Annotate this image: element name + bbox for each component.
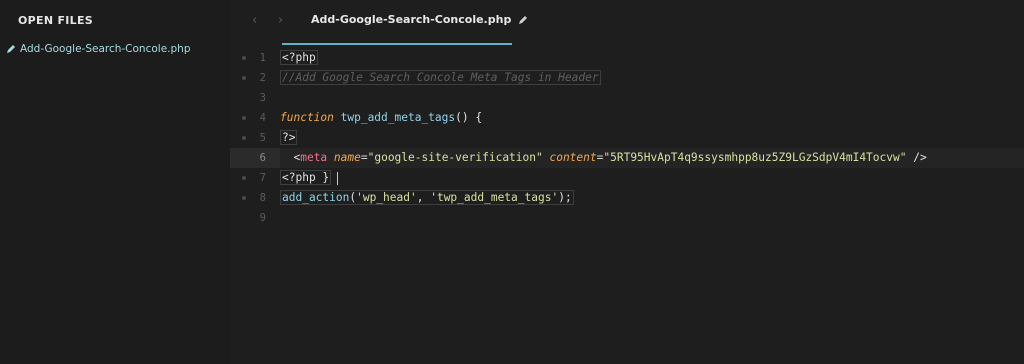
code-line[interactable]: //Add Google Search Concole Meta Tags in…: [280, 68, 1024, 88]
code-line[interactable]: [280, 88, 1024, 108]
sidebar-title: OPEN FILES: [18, 14, 94, 27]
code-string: 'wp_head': [356, 191, 417, 204]
code-token: />: [906, 151, 927, 164]
line-number: 9: [259, 212, 266, 224]
code-line[interactable]: [280, 208, 1024, 228]
line-number: 4: [259, 112, 266, 124]
code-token: <?php }: [280, 170, 332, 185]
code-line[interactable]: <?php }: [280, 168, 1024, 188]
code-line[interactable]: add_action('wp_head', 'twp_add_meta_tags…: [280, 188, 1024, 208]
gutter-line: 8: [230, 188, 280, 208]
gutter-line: 2: [230, 68, 280, 88]
line-number: 1: [259, 52, 266, 64]
code-attr: content: [542, 151, 597, 164]
code-string: "5RT95HvApT4q9ssysmhpp8uz5Z9LGzSdpV4mI4T…: [603, 151, 907, 164]
open-file-label: Add-Google-Search-Concole.php: [20, 43, 191, 55]
tab-label: Add-Google-Search-Concole.php: [311, 13, 512, 26]
gutter-line: 7: [230, 168, 280, 188]
fold-dot-icon: [242, 76, 246, 80]
text-cursor: [337, 171, 339, 185]
code-comment: //Add Google Search Concole Meta Tags in…: [280, 70, 601, 85]
fold-dot-icon: [242, 116, 246, 120]
active-tab-indicator: [282, 43, 512, 45]
code-tag: meta: [300, 151, 328, 164]
forward-arrow-icon[interactable]: ›: [278, 13, 283, 28]
code-keyword: function: [280, 111, 334, 124]
gutter-line-active: 6: [230, 148, 280, 168]
fold-dot-icon: [242, 136, 246, 140]
code-token: ,: [416, 191, 431, 204]
code-line[interactable]: ?>: [280, 128, 1024, 148]
code-function-name: twp_add_meta_tags: [333, 111, 456, 124]
line-number: 2: [259, 72, 266, 84]
pencil-icon: [6, 44, 16, 54]
back-arrow-icon[interactable]: ‹: [252, 13, 257, 28]
code-attr: name: [327, 151, 361, 164]
gutter-line: 9: [230, 208, 280, 228]
open-file-item[interactable]: Add-Google-Search-Concole.php: [6, 43, 191, 55]
gutter-line: 4: [230, 108, 280, 128]
gutter-line: 5: [230, 128, 280, 148]
line-number: 7: [259, 172, 266, 184]
line-number: 6: [259, 152, 266, 164]
line-number: 5: [259, 132, 266, 144]
code-editor[interactable]: <?php //Add Google Search Concole Meta T…: [280, 48, 1024, 228]
code-token: ?>: [280, 130, 298, 145]
code-token: <?php: [280, 50, 318, 65]
line-number-gutter: 1 2 3 4 5 6 7 8 9: [230, 48, 280, 228]
code-token: =: [360, 151, 368, 164]
fold-dot-icon: [242, 176, 246, 180]
line-number: 3: [259, 92, 266, 104]
tab-bar: ‹ › Add-Google-Search-Concole.php: [230, 0, 1024, 46]
code-token: () {: [455, 111, 483, 124]
code-string: "google-site-verification": [367, 151, 543, 164]
sidebar: OPEN FILES Add-Google-Search-Concole.php: [0, 0, 230, 364]
line-number: 8: [259, 192, 266, 204]
code-token: );: [558, 191, 572, 204]
pencil-icon: [518, 15, 528, 25]
gutter-line: 3: [230, 88, 280, 108]
code-token: <: [280, 151, 301, 164]
tab-active-file[interactable]: Add-Google-Search-Concole.php: [311, 13, 528, 26]
code-line-active[interactable]: <meta name="google-site-verification" co…: [280, 148, 1024, 168]
code-string: 'twp_add_meta_tags': [430, 191, 559, 204]
fold-dot-icon: [242, 196, 246, 200]
code-line[interactable]: <?php: [280, 48, 1024, 68]
gutter-line: 1: [230, 48, 280, 68]
code-boxed-statement: add_action('wp_head', 'twp_add_meta_tags…: [280, 190, 574, 205]
code-function-name: add_action: [282, 191, 350, 204]
code-line[interactable]: function twp_add_meta_tags() {: [280, 108, 1024, 128]
fold-dot-icon: [242, 56, 246, 60]
